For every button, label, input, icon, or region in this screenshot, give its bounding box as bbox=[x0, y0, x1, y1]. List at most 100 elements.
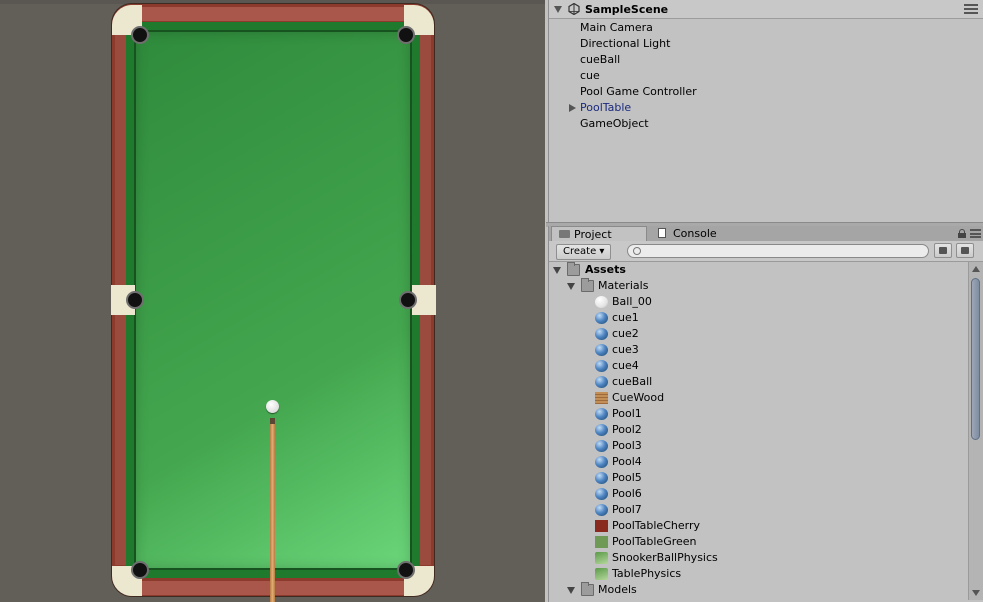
tree-row-material[interactable]: Pool3 bbox=[549, 438, 967, 454]
pocket-bottom-right bbox=[397, 561, 415, 579]
cue-ball[interactable] bbox=[266, 400, 279, 413]
tree-row-material[interactable]: TablePhysics bbox=[549, 566, 967, 582]
tree-label: Pool2 bbox=[612, 423, 642, 436]
tree-row-material[interactable]: Pool7 bbox=[549, 502, 967, 518]
tree-row-material[interactable]: cue4 bbox=[549, 358, 967, 374]
tree-label: PoolTableCherry bbox=[612, 519, 700, 532]
project-menu-icon[interactable] bbox=[970, 229, 981, 238]
tree-label: Pool1 bbox=[612, 407, 642, 420]
search-input[interactable] bbox=[644, 245, 914, 257]
tab-label: Project bbox=[574, 228, 612, 241]
tree-label: Pool4 bbox=[612, 455, 642, 468]
cue-stick[interactable] bbox=[270, 418, 275, 602]
hierarchy-item-label: PoolTable bbox=[580, 101, 632, 114]
tree-row-material[interactable]: Ball_00 bbox=[549, 294, 967, 310]
tree-row-material[interactable]: cue1 bbox=[549, 310, 967, 326]
tree-label: Assets bbox=[585, 263, 626, 276]
pocket-bottom-left bbox=[131, 561, 149, 579]
material-sphere-icon bbox=[595, 376, 608, 388]
game-view[interactable] bbox=[0, 0, 545, 602]
tree-row-assets[interactable]: Assets bbox=[549, 262, 967, 278]
scroll-down-arrow-icon[interactable] bbox=[972, 590, 980, 596]
material-sphere-icon bbox=[595, 504, 608, 516]
tree-row-material[interactable]: CueWood bbox=[549, 390, 967, 406]
material-sphere-icon bbox=[595, 408, 608, 420]
expand-triangle-icon[interactable] bbox=[569, 104, 576, 112]
material-sphere-icon bbox=[595, 344, 608, 356]
material-sphere-icon bbox=[595, 488, 608, 500]
tree-row-material[interactable]: cueBall bbox=[549, 374, 967, 390]
tree-label: Materials bbox=[598, 279, 649, 292]
pocket-middle-right bbox=[399, 291, 417, 309]
material-sphere-icon bbox=[595, 456, 608, 468]
collapse-triangle-icon[interactable] bbox=[567, 587, 575, 594]
tree-row-material[interactable]: cue2 bbox=[549, 326, 967, 342]
tab-project[interactable]: Project bbox=[551, 226, 647, 241]
tree-row-material[interactable]: Pool4 bbox=[549, 454, 967, 470]
tree-row-material[interactable]: PoolTableGreen bbox=[549, 534, 967, 550]
tree-label: PoolTableGreen bbox=[612, 535, 697, 548]
collapse-triangle-icon[interactable] bbox=[554, 5, 562, 13]
pocket-middle-left bbox=[126, 291, 144, 309]
tree-label: cueBall bbox=[612, 375, 653, 388]
filter-by-type-button[interactable] bbox=[934, 243, 952, 258]
hierarchy-item-main-camera[interactable]: Main Camera bbox=[549, 20, 983, 36]
green-texture-icon bbox=[595, 536, 608, 548]
hierarchy-item-pool-game-controller[interactable]: Pool Game Controller bbox=[549, 84, 983, 100]
material-sphere-icon bbox=[595, 312, 608, 324]
hierarchy-scene-header[interactable]: SampleScene bbox=[549, 0, 983, 19]
hierarchy-item-pooltable[interactable]: PoolTable bbox=[549, 100, 983, 116]
project-tree: Assets Materials Ball_00 cue1 cue2 cue3 … bbox=[549, 262, 967, 602]
create-button[interactable]: Create ▾ bbox=[556, 244, 612, 260]
filter-by-label-button[interactable] bbox=[956, 243, 974, 258]
tree-label: SnookerBallPhysics bbox=[612, 551, 718, 564]
collapse-triangle-icon[interactable] bbox=[567, 283, 575, 290]
hierarchy-item-gameobject[interactable]: GameObject bbox=[549, 116, 983, 132]
hierarchy-item-cue[interactable]: cue bbox=[549, 68, 983, 84]
folder-icon bbox=[581, 278, 594, 292]
project-panel: Project Console Create ▾ Assets Material… bbox=[548, 226, 983, 602]
tree-row-models[interactable]: Models bbox=[549, 582, 967, 598]
material-sphere-icon bbox=[595, 360, 608, 372]
search-box[interactable] bbox=[627, 244, 929, 258]
tree-row-material[interactable]: Pool2 bbox=[549, 422, 967, 438]
tab-label: Console bbox=[673, 227, 717, 240]
tree-label: Ball_00 bbox=[612, 295, 652, 308]
tree-row-material[interactable]: SnookerBallPhysics bbox=[549, 550, 967, 566]
hierarchy-menu-icon[interactable] bbox=[964, 4, 978, 14]
tree-row-material[interactable]: cue3 bbox=[549, 342, 967, 358]
folder-icon bbox=[581, 582, 594, 596]
wood-texture-icon bbox=[595, 392, 608, 404]
hierarchy-panel: SampleScene Main Camera Directional Ligh… bbox=[548, 0, 983, 222]
scrollbar-thumb[interactable] bbox=[971, 278, 980, 440]
create-label: Create bbox=[563, 246, 597, 257]
tree-row-material[interactable]: PoolTableCherry bbox=[549, 518, 967, 534]
tree-row-material[interactable]: Pool6 bbox=[549, 486, 967, 502]
project-scrollbar[interactable] bbox=[968, 262, 983, 600]
filter-type-icon bbox=[939, 247, 947, 254]
tree-label: cue2 bbox=[612, 327, 639, 340]
tab-console[interactable]: Console bbox=[651, 226, 753, 241]
lock-icon[interactable] bbox=[958, 229, 966, 238]
tree-label: cue1 bbox=[612, 311, 639, 324]
cue-stick-tip bbox=[270, 418, 275, 424]
white-sphere-icon bbox=[595, 296, 608, 308]
folder-icon bbox=[567, 262, 580, 276]
tree-label: CueWood bbox=[612, 391, 665, 404]
hierarchy-list: Main Camera Directional Light cueBall cu… bbox=[549, 19, 983, 132]
tree-row-material[interactable]: Pool1 bbox=[549, 406, 967, 422]
pool-table-rail-top bbox=[140, 7, 406, 21]
tree-row-materials[interactable]: Materials bbox=[549, 278, 967, 294]
tree-row-material[interactable]: Pool5 bbox=[549, 470, 967, 486]
project-tab-bar: Project Console bbox=[549, 226, 983, 241]
scroll-up-arrow-icon[interactable] bbox=[972, 266, 980, 272]
tree-label: Pool3 bbox=[612, 439, 642, 452]
collapse-triangle-icon[interactable] bbox=[553, 267, 561, 274]
tree-label: Pool5 bbox=[612, 471, 642, 484]
pocket-top-left bbox=[131, 26, 149, 44]
cherry-texture-icon bbox=[595, 520, 608, 532]
hierarchy-item-cueball[interactable]: cueBall bbox=[549, 52, 983, 68]
material-sphere-icon bbox=[595, 328, 608, 340]
hierarchy-item-directional-light[interactable]: Directional Light bbox=[549, 36, 983, 52]
physics-material-icon bbox=[595, 568, 608, 580]
